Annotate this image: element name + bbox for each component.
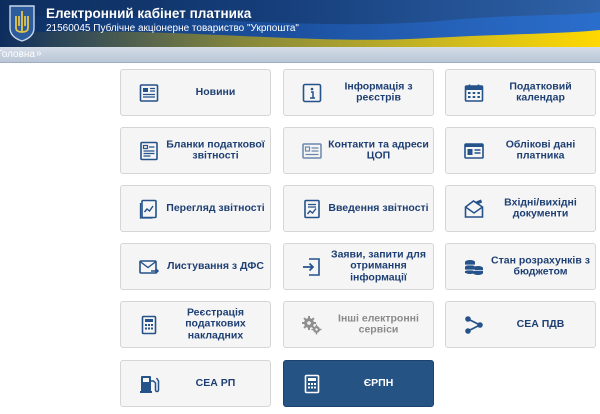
breadcrumb-separator: » [36,48,42,59]
gears-icon [301,314,323,336]
account-data-icon [463,140,485,162]
app-title: Електронний кабінет платника [46,6,252,21]
tile-label: Вхідні/вихідні документи [504,195,577,220]
tile-budget-settlements[interactable]: Стан розрахунків з бюджетом [445,243,596,290]
invoice-registry-icon [301,373,323,395]
tile-report-forms[interactable]: Бланки податкової звітності [120,127,271,174]
invoice-registration-icon [138,314,160,336]
tile-account-data[interactable]: Облікові дані платника [445,127,596,174]
tile-label: Заяви, запити для отримання інформації [331,247,426,284]
contact-card-icon [301,140,323,162]
news-icon [138,82,160,104]
coins-icon [463,256,485,278]
tile-label: ЄРПН [363,376,394,389]
tile-other-services[interactable]: Інші електронні сервіси [283,301,434,348]
fuel-pump-icon [138,373,160,395]
tile-tax-calendar[interactable]: Податковий календар [445,69,596,116]
taxpayer-subtitle: 21560045 Публічне акціонерне товариство … [46,23,299,34]
tile-label: Інформація з реєстрів [344,79,413,104]
tile-label: Податковий календар [509,79,572,104]
request-icon [301,256,323,278]
calendar-icon [463,82,485,104]
tile-label: Бланки податкової звітності [166,137,265,162]
tile-label: СЕА ПДВ [516,317,565,330]
tile-invoice-registration[interactable]: Реєстрація податкових накладних [120,301,271,348]
tile-report-input[interactable]: Введення звітності [283,185,434,232]
tile-label: Інші електронні сервіси [338,311,419,336]
app-header: Електронний кабінет платника 21560045 Пу… [0,0,600,47]
tile-label: Перегляд звітності [166,201,265,214]
forms-icon [138,140,160,162]
breadcrumb-home[interactable]: Головна [0,49,35,60]
breadcrumb: Головна » [0,47,600,63]
tile-contacts[interactable]: Контакти та адреси ЦОП [283,127,434,174]
tile-registry-info[interactable]: Інформація з реєстрів [283,69,434,116]
tile-label: Введення звітності [328,201,429,214]
tile-label: СЕА РП [195,376,236,389]
tile-sea-rp[interactable]: СЕА РП [120,360,271,407]
tile-correspondence[interactable]: Листування з ДФС [120,243,271,290]
tile-report-view[interactable]: Перегляд звітності [120,185,271,232]
mail-icon [138,256,160,278]
tile-sea-pdv[interactable]: СЕА ПДВ [445,301,596,348]
info-icon [301,82,323,104]
tile-label: Новини [195,85,236,98]
tile-erpn[interactable]: ЄРПН [283,360,434,407]
tile-label: Облікові дані платника [505,137,576,162]
tile-requests[interactable]: Заяви, запити для отримання інформації [283,243,434,290]
tile-label: Контакти та адреси ЦОП [328,137,429,162]
tile-news[interactable]: Новини [120,69,271,116]
share-icon [463,314,485,336]
documents-icon [463,198,485,220]
tile-documents[interactable]: Вхідні/вихідні документи [445,185,596,232]
tile-label: Стан розрахунків з бюджетом [491,253,590,278]
report-view-icon [138,198,160,220]
tile-label: Листування з ДФС [167,259,264,272]
tile-label: Реєстрація податкових накладних [185,305,246,342]
emblem-icon [9,5,35,42]
report-input-icon [301,198,323,220]
